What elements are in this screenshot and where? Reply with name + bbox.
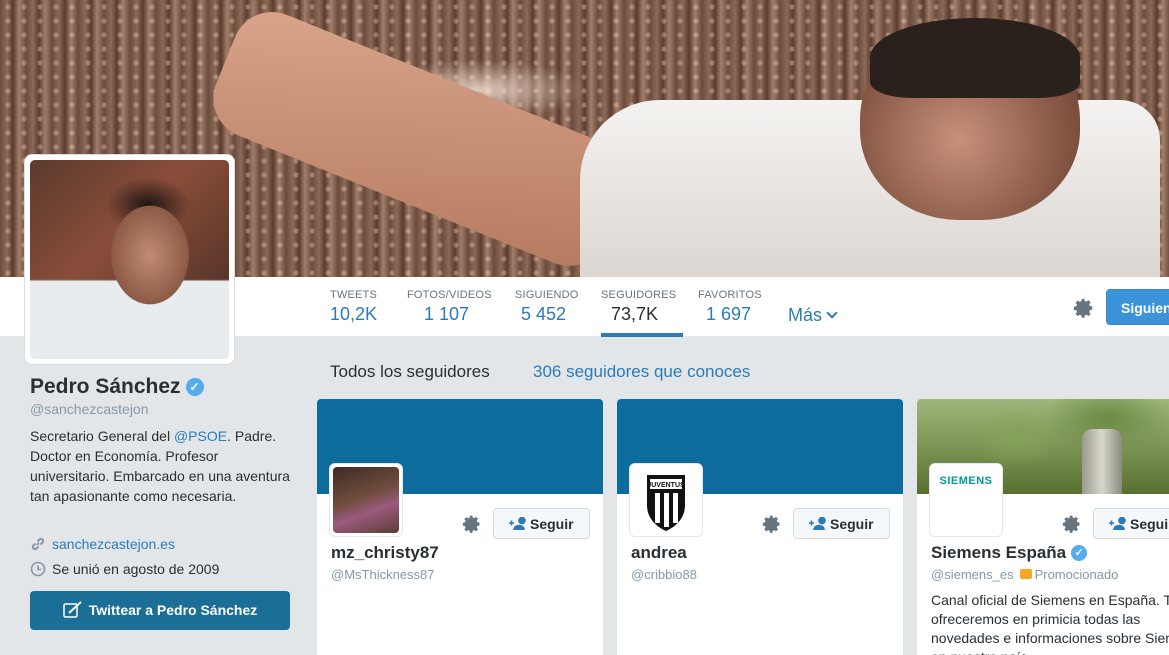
website-link[interactable]: sanchezcastejon.es (52, 536, 175, 552)
stat-following[interactable]: SIGUIENDO 5 452 (515, 289, 579, 325)
card-handle-text[interactable]: @siemens_es (931, 567, 1014, 582)
card-avatar[interactable] (329, 463, 403, 537)
add-person-icon (509, 517, 526, 530)
bio-mention-link[interactable]: @PSOE (174, 428, 227, 444)
follow-button[interactable]: Seguir (493, 508, 590, 539)
stat-label: FOTOS/VIDEOS (407, 289, 492, 301)
card-name-text: Siemens España (931, 543, 1067, 562)
follow-label: Seguir (830, 516, 874, 532)
follow-button[interactable]: Seguir (1093, 508, 1169, 539)
more-label: Más (788, 305, 823, 325)
profile-joined: Se unió en agosto de 2009 (30, 561, 219, 577)
follower-card[interactable]: Seguir mz_christy87 @MsThickness87 (316, 398, 604, 655)
chevron-down-icon (826, 307, 838, 319)
juventus-logo-icon: JUVENTUS (633, 467, 699, 533)
stat-label: FAVORITOS (698, 289, 762, 301)
banner-hair (870, 18, 1080, 98)
card-handle: @siemens_es Promocionado (931, 567, 1118, 582)
stat-label: SEGUIDORES (601, 289, 677, 301)
stat-label: SIGUIENDO (515, 289, 579, 301)
profile-website[interactable]: sanchezcastejon.es (30, 536, 175, 552)
card-bio: Canal oficial de Siemens en España. Te o… (931, 592, 1169, 655)
tree-trunk (1082, 429, 1122, 494)
bio-text: Secretario General del (30, 428, 174, 444)
profile-name: Pedro Sánchez ✓ (30, 375, 204, 399)
card-name[interactable]: mz_christy87 (331, 543, 439, 563)
promoted-icon (1019, 569, 1032, 579)
verified-badge-icon: ✓ (1071, 545, 1088, 561)
gear-icon[interactable] (462, 514, 482, 534)
stat-value: 10,2K (330, 304, 378, 324)
gear-icon[interactable] (762, 514, 782, 534)
stat-label: TWEETS (330, 289, 378, 301)
stat-value: 73,7K (611, 304, 659, 324)
profile-avatar[interactable] (24, 154, 235, 365)
promoted-card[interactable]: SIEMENS Seguir Siemens España✓ @siemens_… (916, 398, 1169, 655)
stat-followers[interactable]: SEGUIDORES 73,7K (601, 289, 683, 337)
joined-text: Se unió en agosto de 2009 (52, 561, 220, 577)
card-handle[interactable]: @MsThickness87 (331, 567, 435, 582)
card-avatar[interactable]: SIEMENS (929, 463, 1003, 537)
stat-value: 5 452 (521, 304, 567, 324)
follow-button[interactable]: Siguien (1106, 289, 1169, 325)
profile-handle[interactable]: @sanchezcastejon (30, 401, 149, 417)
svg-text:JUVENTUS: JUVENTUS (647, 482, 685, 489)
stat-tweets[interactable]: TWEETS 10,2K (330, 289, 377, 325)
siemens-logo: SIEMENS (939, 475, 993, 487)
profile-bio: Secretario General del @PSOE. Padre. Doc… (30, 426, 295, 506)
verified-badge-icon: ✓ (185, 378, 204, 396)
profile-name-text: Pedro Sánchez (30, 375, 181, 398)
tab-all-followers[interactable]: Todos los seguidores (330, 362, 490, 382)
more-menu[interactable]: Más (788, 305, 838, 326)
stat-photos-videos[interactable]: FOTOS/VIDEOS 1 107 (407, 289, 492, 325)
gear-icon[interactable] (1062, 514, 1082, 534)
tab-followers-you-know[interactable]: 306 seguidores que conoces (533, 362, 750, 382)
follower-card[interactable]: JUVENTUS Seguir andrea @cribbio88 (616, 398, 904, 655)
follow-label: Seguir (1130, 516, 1169, 532)
promoted-text: Promocionado (1034, 567, 1119, 582)
stat-value: 1 697 (706, 304, 752, 324)
add-person-icon (809, 517, 826, 530)
follow-button[interactable]: Seguir (793, 508, 890, 539)
tweet-to-label: Twittear a Pedro Sánchez (88, 602, 258, 618)
card-avatar[interactable]: JUVENTUS (629, 463, 703, 537)
clock-icon (30, 561, 46, 577)
card-name[interactable]: Siemens España ✓ (931, 543, 1088, 563)
quill-icon (62, 601, 82, 618)
add-person-icon (1109, 517, 1126, 530)
link-icon (31, 537, 45, 551)
follow-label: Seguir (530, 516, 574, 532)
stat-favorites[interactable]: FAVORITOS 1 697 (698, 289, 762, 325)
tweet-to-button[interactable]: Twittear a Pedro Sánchez (30, 591, 290, 630)
card-name[interactable]: andrea (631, 543, 687, 563)
card-handle[interactable]: @cribbio88 (631, 567, 697, 582)
avatar-photo (30, 160, 229, 359)
avatar-photo (333, 467, 399, 533)
stat-value: 1 107 (424, 304, 470, 324)
promoted-label: Promocionado (1019, 567, 1119, 582)
gear-icon[interactable] (1073, 297, 1095, 319)
